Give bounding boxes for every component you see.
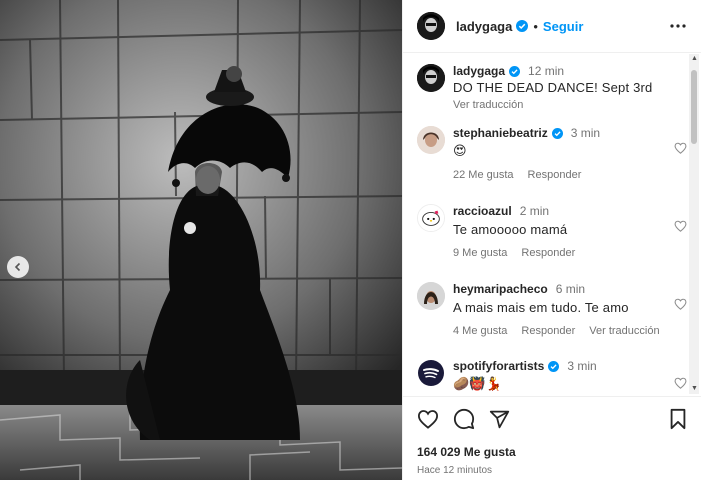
comment-time: 6 min: [555, 282, 586, 296]
follow-button[interactable]: Seguir: [543, 19, 583, 34]
post-actions: 164 029 Me gusta Hace 12 minutos: [403, 396, 701, 476]
heart-icon[interactable]: [674, 298, 687, 310]
caption-text: DO THE DEAD DANCE! Sept 3rd: [453, 80, 653, 95]
chevron-left-icon: [14, 262, 21, 272]
scroll-down-arrow[interactable]: ▼: [691, 385, 698, 392]
previous-media-button[interactable]: [7, 256, 29, 278]
verified-badge-icon: [551, 127, 563, 139]
post-header: ladygaga • Seguir: [403, 0, 701, 53]
comment-item: heymaripacheco 6 min A mais mais em tudo…: [417, 282, 687, 337]
bookmark-icon[interactable]: [668, 408, 688, 430]
comment-likes[interactable]: 9 Me gusta: [453, 247, 507, 259]
comment-time: 3 min: [567, 359, 597, 373]
comment-text: 😍: [453, 144, 467, 159]
post-photo: [0, 0, 402, 480]
comment-username[interactable]: spotifyforartists: [453, 359, 544, 373]
see-translation-link[interactable]: Ver traducción: [589, 325, 659, 337]
comment-likes[interactable]: 4 Me gusta: [453, 325, 507, 337]
comment-time: 2 min: [519, 204, 550, 218]
comment-text: 🥔👹💃: [453, 377, 503, 392]
avatar[interactable]: [417, 282, 445, 310]
caption-username[interactable]: ladygaga: [453, 64, 505, 78]
scroll-thumb[interactable]: [691, 70, 697, 144]
post-caption: ladygaga 12 min DO THE DEAD DANCE! Sept …: [417, 64, 687, 111]
comment-item: stephaniebeatriz 3 min 😍 22 Me gusta Res…: [417, 126, 687, 181]
comments-scrollbar[interactable]: ▲ ▼: [689, 54, 699, 394]
comment-item: raccioazul 2 min Te amooooo mamá 9 Me gu…: [417, 204, 687, 259]
avatar[interactable]: [417, 64, 445, 92]
comment-username[interactable]: stephaniebeatriz: [453, 126, 548, 140]
spotify-icon: [418, 360, 444, 386]
comment-text: Te amooooo mamá: [453, 222, 568, 237]
comment-likes[interactable]: 22 Me gusta: [453, 169, 514, 181]
post-author-username[interactable]: ladygaga: [456, 19, 512, 34]
reply-button[interactable]: Responder: [528, 169, 582, 181]
comment-username[interactable]: raccioazul: [453, 204, 512, 218]
comment-time: 3 min: [570, 126, 601, 140]
likes-count[interactable]: 164 029 Me gusta: [417, 445, 688, 459]
avatar[interactable]: [417, 12, 445, 40]
avatar[interactable]: [417, 359, 445, 387]
verified-badge-icon: [548, 360, 560, 372]
see-translation-link[interactable]: Ver traducción: [453, 99, 687, 111]
comment-username[interactable]: heymaripacheco: [453, 282, 548, 296]
heart-icon[interactable]: [674, 377, 687, 389]
avatar[interactable]: [417, 204, 445, 232]
caption-time: 12 min: [528, 64, 565, 78]
post-media[interactable]: [0, 0, 402, 480]
comment-item: spotifyforartists 3 min 🥔👹💃: [417, 359, 687, 392]
post-side-panel: ladygaga • Seguir ladygaga 12 min DO THE…: [402, 0, 701, 480]
reply-button[interactable]: Responder: [521, 325, 575, 337]
reply-button[interactable]: Responder: [521, 247, 575, 259]
comment-text: A mais mais em tudo. Te amo: [453, 300, 629, 315]
avatar[interactable]: [417, 126, 445, 154]
scroll-up-arrow[interactable]: ▲: [691, 55, 698, 62]
heart-icon[interactable]: [674, 220, 687, 232]
more-horizontal-icon: [670, 24, 686, 28]
more-options-button[interactable]: [669, 17, 687, 35]
post-time-ago: Hace 12 minutos: [417, 465, 493, 476]
verified-badge-icon: [516, 20, 529, 32]
comment-icon[interactable]: [453, 408, 475, 430]
share-icon[interactable]: [489, 409, 510, 430]
heart-icon[interactable]: [417, 409, 439, 429]
heart-icon[interactable]: [674, 142, 687, 154]
verified-badge-icon: [509, 65, 521, 77]
comments-list[interactable]: ladygaga 12 min DO THE DEAD DANCE! Sept …: [403, 54, 701, 395]
header-separator: •: [533, 18, 538, 34]
